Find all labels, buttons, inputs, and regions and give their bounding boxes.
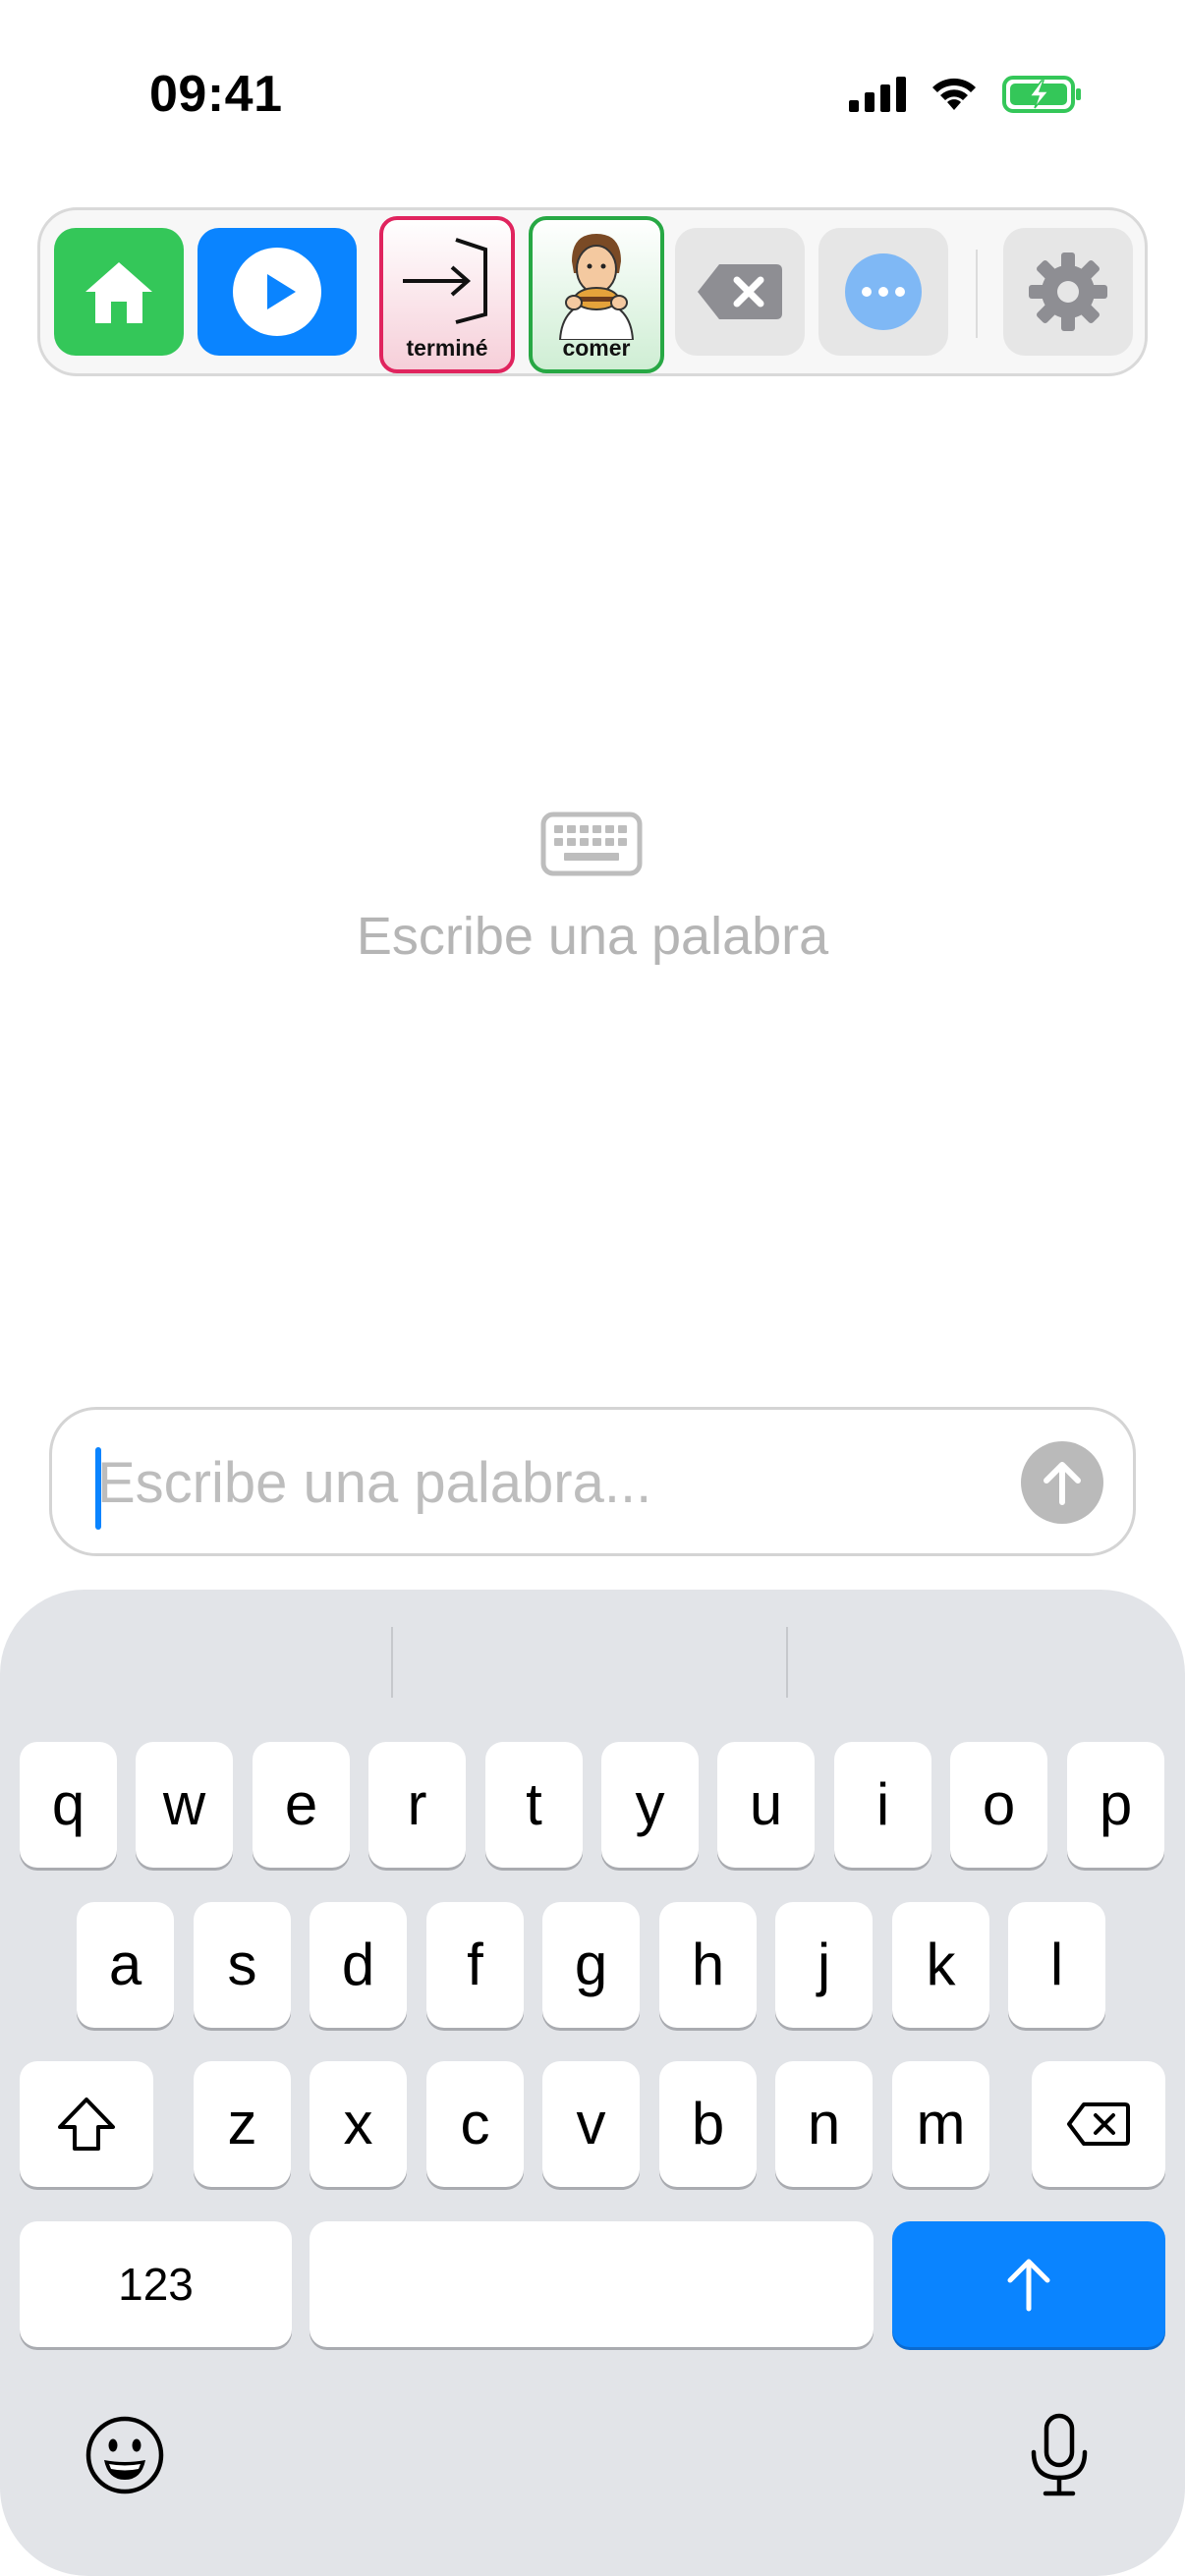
shift-key[interactable] (20, 2061, 153, 2187)
key-l[interactable]: l (1008, 1902, 1105, 2028)
key-q[interactable]: q (20, 1742, 117, 1868)
status-icons (849, 75, 1083, 114)
empty-state-message: Escribe una palabra (356, 907, 829, 966)
word-input-container (49, 1407, 1136, 1556)
arrow-up-icon (1007, 2259, 1050, 2312)
key-v[interactable]: v (542, 2061, 640, 2187)
key-k[interactable]: k (892, 1902, 989, 2028)
space-key[interactable] (310, 2221, 874, 2347)
suggestion-divider (391, 1627, 393, 1698)
shift-arrow-icon (58, 2098, 115, 2151)
key-y[interactable]: y (601, 1742, 699, 1868)
key-h[interactable]: h (659, 1902, 757, 2028)
communication-toolbar: terminé comer (37, 207, 1148, 376)
return-key[interactable] (892, 2221, 1165, 2347)
backspace-icon (1067, 2102, 1130, 2146)
keyboard-icon (540, 812, 643, 876)
more-options-button[interactable] (818, 228, 948, 356)
key-n[interactable]: n (775, 2061, 873, 2187)
speak-play-button[interactable] (198, 228, 357, 356)
house-icon (85, 262, 152, 323)
ellipsis-circle-icon (845, 253, 922, 330)
key-d[interactable]: d (310, 1902, 407, 2028)
key-a[interactable]: a (77, 1902, 174, 2028)
key-s[interactable]: s (194, 1902, 291, 2028)
key-f[interactable]: f (426, 1902, 524, 2028)
key-p[interactable]: p (1067, 1742, 1164, 1868)
microphone-icon[interactable] (1028, 2413, 1091, 2497)
key-j[interactable]: j (775, 1902, 873, 2028)
arrow-up-icon (1044, 1462, 1081, 1505)
cellular-signal-icon (849, 77, 906, 112)
play-icon (233, 248, 321, 336)
word-input[interactable] (97, 1431, 1001, 1534)
keyboard-backspace-key[interactable] (1032, 2061, 1165, 2187)
card-label-termine: terminé (406, 335, 488, 361)
pictogram-card-comer[interactable]: comer (529, 216, 664, 373)
key-t[interactable]: t (485, 1742, 583, 1868)
finished-arrow-icon (403, 238, 487, 324)
key-w[interactable]: w (136, 1742, 233, 1868)
suggestion-divider (786, 1627, 788, 1698)
key-m[interactable]: m (892, 2061, 989, 2187)
wifi-icon (932, 78, 976, 110)
status-time: 09:41 (149, 66, 283, 123)
key-c[interactable]: c (426, 2061, 524, 2187)
key-z[interactable]: z (194, 2061, 291, 2187)
numbers-key[interactable]: 123 (20, 2221, 292, 2347)
settings-button[interactable] (1003, 228, 1133, 356)
key-b[interactable]: b (659, 2061, 757, 2187)
system-keyboard: q w e r t y u i o p a s d f g h j k l z … (0, 1590, 1185, 2576)
card-label-comer: comer (562, 335, 631, 361)
screen: 09:41 terminé comer Escribe una palabra … (0, 0, 1185, 2576)
battery-charging-icon (1002, 76, 1081, 113)
emoji-icon[interactable] (85, 2415, 165, 2495)
key-g[interactable]: g (542, 1902, 640, 2028)
gear-icon (1029, 252, 1107, 331)
person-eating-icon (558, 234, 635, 340)
key-u[interactable]: u (717, 1742, 815, 1868)
delete-backspace-icon (698, 264, 782, 319)
home-button[interactable] (54, 228, 184, 356)
key-r[interactable]: r (368, 1742, 466, 1868)
key-o[interactable]: o (950, 1742, 1047, 1868)
key-x[interactable]: x (310, 2061, 407, 2187)
key-i[interactable]: i (834, 1742, 931, 1868)
pictogram-card-termine[interactable]: terminé (379, 216, 515, 373)
delete-button[interactable] (675, 228, 805, 356)
send-button[interactable] (1021, 1441, 1103, 1524)
key-e[interactable]: e (253, 1742, 350, 1868)
toolbar-divider (976, 250, 978, 338)
